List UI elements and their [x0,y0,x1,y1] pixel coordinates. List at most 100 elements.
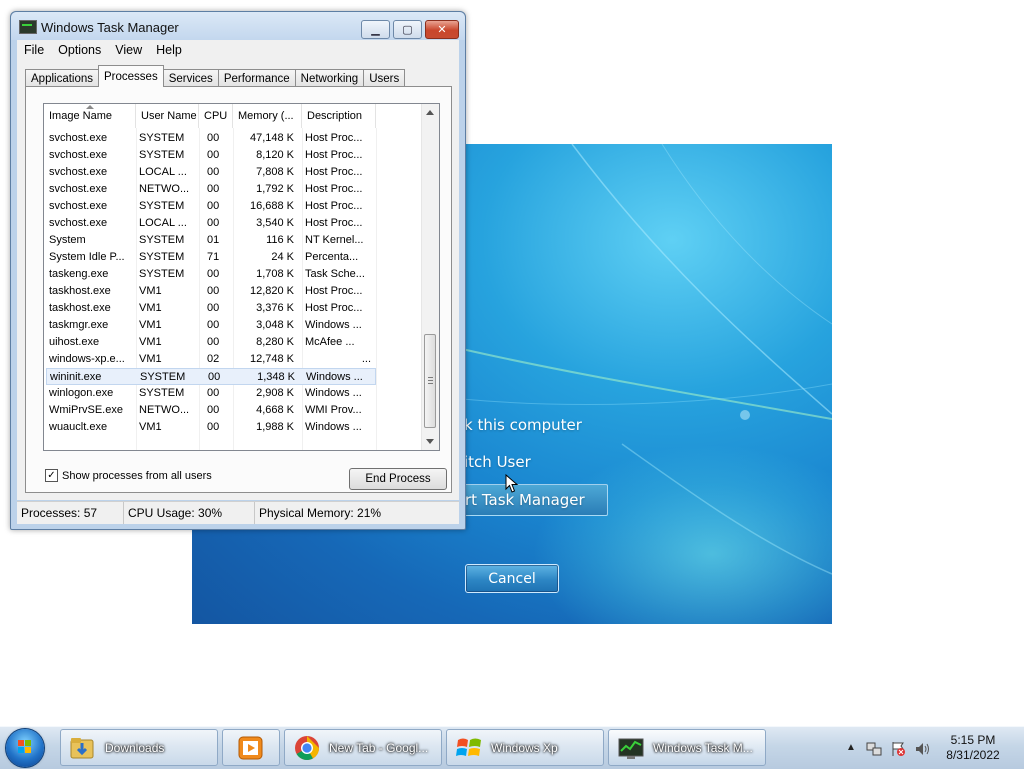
task-manager-icon [19,20,37,34]
table-row[interactable]: svchost.exe SYSTEM 00 47,148 K Host Proc... [46,130,376,147]
cell-user: SYSTEM [139,251,185,263]
cell-image: wuauclt.exe [49,421,108,433]
cell-memory: 1,988 K [256,421,294,433]
clock-date: 8/31/2022 [946,748,1000,762]
tab-networking[interactable]: Networking [294,69,365,87]
close-button[interactable]: ✕ [425,20,459,39]
minimize-button[interactable]: ▁ [361,20,390,39]
column-cpu[interactable]: CPU [199,104,233,128]
tab-services[interactable]: Services [162,69,219,87]
action-center-icon[interactable] [890,741,906,760]
table-row[interactable]: windows-xp.e... VM1 02 12,748 K... [46,351,376,368]
tab-performance[interactable]: Performance [217,69,296,87]
cell-memory: 47,148 K [249,132,294,144]
column-label: User Name [141,110,197,122]
maximize-icon: ▢ [402,24,413,36]
menu-help[interactable]: Help [149,43,189,57]
cell-cpu: 00 [207,302,220,314]
cell-description: NT Kernel... [305,234,364,246]
show-hidden-icons-icon[interactable]: ▲ [846,742,856,753]
taskbar-media-player[interactable] [222,729,280,766]
processes-panel: Image Name User Name CPU Memory (... Des… [25,86,452,493]
table-row[interactable]: svchost.exe LOCAL ... 00 7,808 K Host Proc..… [46,164,376,181]
table-row[interactable]: svchost.exe SYSTEM 00 8,120 K Host Proc... [46,147,376,164]
column-memory[interactable]: Memory (... [233,104,302,128]
start-task-manager-option[interactable]: rt Task Manager [464,484,608,516]
table-row[interactable]: winlogon.exe SYSTEM 00 2,908 K Windows ... [46,385,376,402]
scroll-down-icon[interactable] [426,439,434,444]
cell-image: System Idle P... [49,251,125,263]
table-row[interactable]: WmiPrvSE.exe NETWO... 00 4,668 K WMI Prov... [46,402,376,419]
menu-options[interactable]: Options [51,43,108,57]
network-icon[interactable] [866,741,882,760]
table-row[interactable]: taskeng.exe SYSTEM 00 1,708 K Task Sche... [46,266,376,283]
cancel-button[interactable]: Cancel [465,564,559,593]
cell-image: taskeng.exe [49,268,109,280]
taskbar: Downloads New Tab - Googl... Windows Xp … [0,726,1024,769]
cell-cpu: 00 [207,132,220,144]
clock[interactable]: 5:15 PM 8/31/2022 [930,733,1016,763]
tab-applications[interactable]: Applications [25,69,100,87]
scroll-up-icon[interactable] [426,110,434,115]
end-process-button[interactable]: End Process [349,468,447,490]
cell-description: Windows ... [305,421,362,433]
menu-view[interactable]: View [108,43,149,57]
table-row[interactable]: svchost.exe NETWO... 00 1,792 K Host Proc... [46,181,376,198]
table-row[interactable]: svchost.exe LOCAL ... 00 3,540 K Host Proc..… [46,215,376,232]
cell-description: Windows ... [305,387,362,399]
table-row[interactable]: taskmgr.exe VM1 00 3,048 K Windows ... [46,317,376,334]
cell-description: Host Proc... [305,217,363,229]
chrome-icon [293,734,321,762]
cell-cpu: 00 [207,387,220,399]
cell-description: McAfee ... [305,336,355,348]
cell-cpu: 00 [207,149,220,161]
taskbar-task-manager[interactable]: Windows Task M... [608,729,766,766]
cell-memory: 1,792 K [256,183,294,195]
window-title: Windows Task Manager [41,20,179,35]
cell-image: uihost.exe [49,336,100,348]
column-user-name[interactable]: User Name [136,104,199,128]
cell-cpu: 00 [207,421,220,433]
show-all-processes-checkbox[interactable]: ✓ [45,469,58,482]
taskbar-downloads[interactable]: Downloads [60,729,218,766]
scroll-thumb[interactable] [424,334,436,428]
lock-computer-option[interactable]: k this computer [464,416,582,434]
mouse-cursor-icon [505,474,519,493]
start-button[interactable] [6,729,44,767]
title-bar[interactable]: Windows Task Manager ▁ ▢ ✕ [11,12,465,40]
process-list[interactable]: Image Name User Name CPU Memory (... Des… [43,103,440,451]
cell-cpu: 00 [207,217,220,229]
table-row[interactable]: taskhost.exe VM1 00 3,376 K Host Proc... [46,300,376,317]
status-cpu-usage: CPU Usage: 30% [124,502,255,524]
maximize-button[interactable]: ▢ [393,20,422,39]
column-image-name[interactable]: Image Name [44,104,136,128]
show-all-processes-checkbox-row[interactable]: ✓ Show processes from all users [45,469,212,482]
table-row[interactable]: wuauclt.exe VM1 00 1,988 K Windows ... [46,419,376,436]
table-row[interactable]: uihost.exe VM1 00 8,280 K McAfee ... [46,334,376,351]
table-row[interactable]: System SYSTEM 01 116 K NT Kernel... [46,232,376,249]
column-label: Memory (... [238,110,294,122]
column-label: Image Name [49,110,112,122]
table-row[interactable]: wininit.exe SYSTEM 00 1,348 K Windows ... [46,368,376,385]
table-row[interactable]: svchost.exe SYSTEM 00 16,688 K Host Proc... [46,198,376,215]
switch-user-option[interactable]: itch User [464,453,531,471]
cell-description: WMI Prov... [305,404,362,416]
tab-processes[interactable]: Processes [98,65,164,87]
vertical-scrollbar[interactable] [421,104,439,450]
taskbar-button-label: New Tab - Googl... [329,740,429,755]
cell-image: taskhost.exe [49,302,111,314]
windows-xp-icon [455,734,483,762]
taskbar-chrome[interactable]: New Tab - Googl... [284,729,442,766]
taskbar-button-label: Windows Xp [491,740,558,755]
cell-image: WmiPrvSE.exe [49,404,123,416]
taskbar-windows-xp[interactable]: Windows Xp [446,729,604,766]
table-row[interactable]: taskhost.exe VM1 00 12,820 K Host Proc... [46,283,376,300]
table-row[interactable]: System Idle P... SYSTEM 71 24 K Percenta... [46,249,376,266]
menu-file[interactable]: File [17,43,51,57]
cell-memory: 3,376 K [256,302,294,314]
cell-description: Host Proc... [305,149,363,161]
column-description[interactable]: Description [302,104,376,128]
tab-strip: Applications Processes Services Performa… [25,65,406,87]
cell-user: NETWO... [139,404,190,416]
tab-users[interactable]: Users [363,69,406,87]
